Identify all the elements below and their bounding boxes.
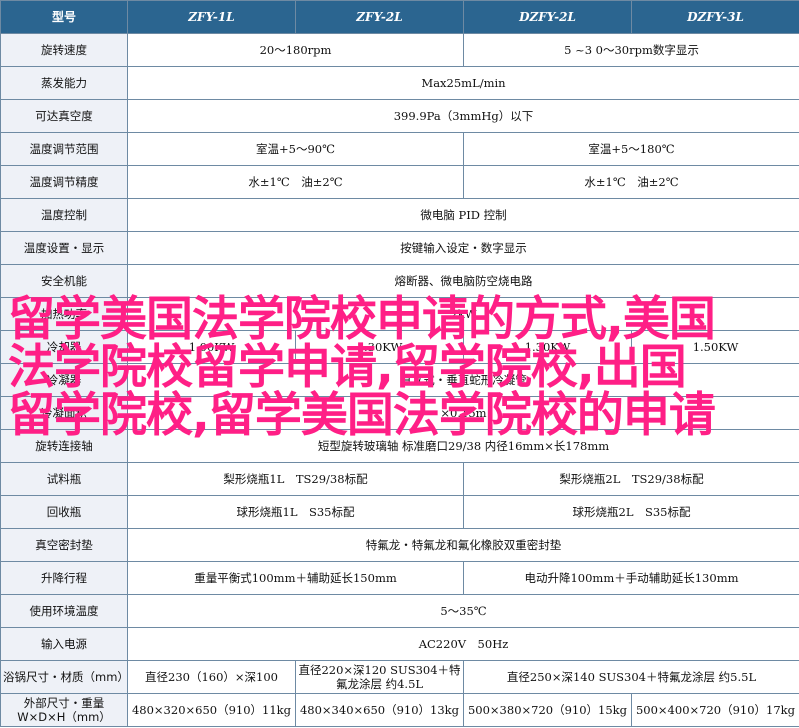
cell-value: 球形烧瓶2L S35标配: [463, 495, 799, 529]
table-row: 旋转速度 20～180rpm 5 ~3 0～30rpm数字显示: [0, 33, 799, 67]
row-label: 浴锅尺寸・材质（mm）: [0, 660, 128, 694]
row-label: 冷凝器: [0, 363, 128, 397]
cell-value: 按键输入设定・数字显示: [127, 231, 799, 265]
cell-value: 梨形烧瓶2L TS29/38标配: [463, 462, 799, 496]
row-label: 可达真空度: [0, 99, 128, 133]
table-row: 蒸发能力 Max25mL/min: [0, 66, 799, 100]
cell-value: 直径230（160）×深100: [127, 660, 296, 694]
table-row: 浴锅尺寸・材质（mm） 直径230（160）×深100 直径220×深120 S…: [0, 660, 799, 694]
row-label: 旋转速度: [0, 33, 128, 67]
cell-value: 直立式・垂直蛇形冷凝管: [127, 363, 799, 397]
table-row: 冷凝器 直立式・垂直蛇形冷凝管: [0, 363, 799, 397]
row-label: 真空密封垫: [0, 528, 128, 562]
cell-value: AC220V 50Hz: [127, 627, 799, 661]
table-row: 冷凝面积 ×0.15m: [0, 396, 799, 430]
row-label: 旋转连接轴: [0, 429, 128, 463]
header-zfy-2l: ZFY-2L: [295, 0, 464, 34]
row-label: 蒸发能力: [0, 66, 128, 100]
table-row: 温度调节范围 室温+5～90℃ 室温+5～180℃: [0, 132, 799, 166]
cell-value: 重量平衡式100mm＋辅助延长150mm: [127, 561, 464, 595]
table-row: 输入电源 AC220V 50Hz: [0, 627, 799, 661]
row-label: 冷凝面积: [0, 396, 128, 430]
cell-value: 5～35℃: [127, 594, 799, 628]
header-dzfy-3l: DZFY-3L: [631, 0, 799, 34]
table-row: 升降行程 重量平衡式100mm＋辅助延长150mm 电动升降100mm＋手动辅助…: [0, 561, 799, 595]
row-label: 温度调节范围: [0, 132, 128, 166]
cell-value: 399.9Pa（3mmHg）以下: [127, 99, 799, 133]
table-header-row: 型号 ZFY-1L ZFY-2L DZFY-2L DZFY-3L: [0, 0, 799, 34]
cell-value: 微电脑 PID 控制: [127, 198, 799, 232]
table-row: 安全机能 熔断器、微电脑防空烧电路: [0, 264, 799, 298]
cell-value: 500×400×720（910）17kg: [631, 693, 799, 727]
cell-value: 20～180rpm: [127, 33, 464, 67]
table-row: 外部尺寸・重量 W×D×H（mm） 480×320×650（910）11kg 4…: [0, 693, 799, 727]
table-row: 温度控制 微电脑 PID 控制: [0, 198, 799, 232]
table-row: 试料瓶 梨形烧瓶1L TS29/38标配 梨形烧瓶2L TS29/38标配: [0, 462, 799, 496]
table-row: 真空密封垫 特氟龙・特氟龙和氟化橡胶双重密封垫: [0, 528, 799, 562]
cell-value: 5 ~3 0～30rpm数字显示: [463, 33, 799, 67]
cell-value: 室温+5～90℃: [127, 132, 464, 166]
row-label: 安全机能: [0, 264, 128, 298]
table-row: 可达真空度 399.9Pa（3mmHg）以下: [0, 99, 799, 133]
cell-value: 熔断器、微电脑防空烧电路: [127, 264, 799, 298]
cell-value: 1.50KW: [631, 330, 799, 364]
spec-table: 型号 ZFY-1L ZFY-2L DZFY-2L DZFY-3L 旋转速度 20…: [0, 0, 799, 727]
cell-value: 500×380×720（910）15kg: [463, 693, 632, 727]
table-row: 温度调节精度 水±1℃ 油±2℃ 水±1℃ 油±2℃: [0, 165, 799, 199]
cell-value: Max25mL/min: [127, 66, 799, 100]
header-dzfy-2l: DZFY-2L: [463, 0, 632, 34]
cell-value: 2kW: [127, 297, 799, 331]
row-label: 温度调节精度: [0, 165, 128, 199]
cell-value: 1.30KW: [463, 330, 632, 364]
table-row: 使用环境温度 5～35℃: [0, 594, 799, 628]
cell-value: 梨形烧瓶1L TS29/38标配: [127, 462, 464, 496]
cell-value: 1.30KW: [295, 330, 464, 364]
header-zfy-1l: ZFY-1L: [127, 0, 296, 34]
row-label: 回收瓶: [0, 495, 128, 529]
row-label: 输入电源: [0, 627, 128, 661]
row-label: 温度控制: [0, 198, 128, 232]
header-model: 型号: [0, 0, 128, 34]
cell-value: 直径250×深140 SUS304＋特氟龙涂层 约5.5L: [463, 660, 799, 694]
table-row: 冷却器 1.00KW 1.30KW 1.30KW 1.50KW: [0, 330, 799, 364]
cell-value: 1.00KW: [127, 330, 296, 364]
table-row: 旋转连接轴 短型旋转玻璃轴 标准磨口29/38 内径16mm×长178mm: [0, 429, 799, 463]
cell-value: 球形烧瓶1L S35标配: [127, 495, 464, 529]
cell-value: 短型旋转玻璃轴 标准磨口29/38 内径16mm×长178mm: [127, 429, 799, 463]
cell-value: 480×340×650（910）13kg: [295, 693, 464, 727]
table-row: 加热功率 2kW: [0, 297, 799, 331]
cell-value: 室温+5～180℃: [463, 132, 799, 166]
cell-value: 水±1℃ 油±2℃: [127, 165, 464, 199]
cell-value: 电动升降100mm＋手动辅助延长130mm: [463, 561, 799, 595]
table-row: 温度设置・显示 按键输入设定・数字显示: [0, 231, 799, 265]
row-label: 试料瓶: [0, 462, 128, 496]
row-label: 使用环境温度: [0, 594, 128, 628]
table-row: 回收瓶 球形烧瓶1L S35标配 球形烧瓶2L S35标配: [0, 495, 799, 529]
row-label: 温度设置・显示: [0, 231, 128, 265]
cell-value: 水±1℃ 油±2℃: [463, 165, 799, 199]
row-label: 外部尺寸・重量 W×D×H（mm）: [0, 693, 128, 727]
cell-value: 特氟龙・特氟龙和氟化橡胶双重密封垫: [127, 528, 799, 562]
cell-value: 直径220×深120 SUS304＋特氟龙涂层 约4.5L: [295, 660, 464, 694]
row-label: 升降行程: [0, 561, 128, 595]
row-label: 冷却器: [0, 330, 128, 364]
cell-value: ×0.15m: [127, 396, 799, 430]
row-label: 加热功率: [0, 297, 128, 331]
cell-value: 480×320×650（910）11kg: [127, 693, 296, 727]
